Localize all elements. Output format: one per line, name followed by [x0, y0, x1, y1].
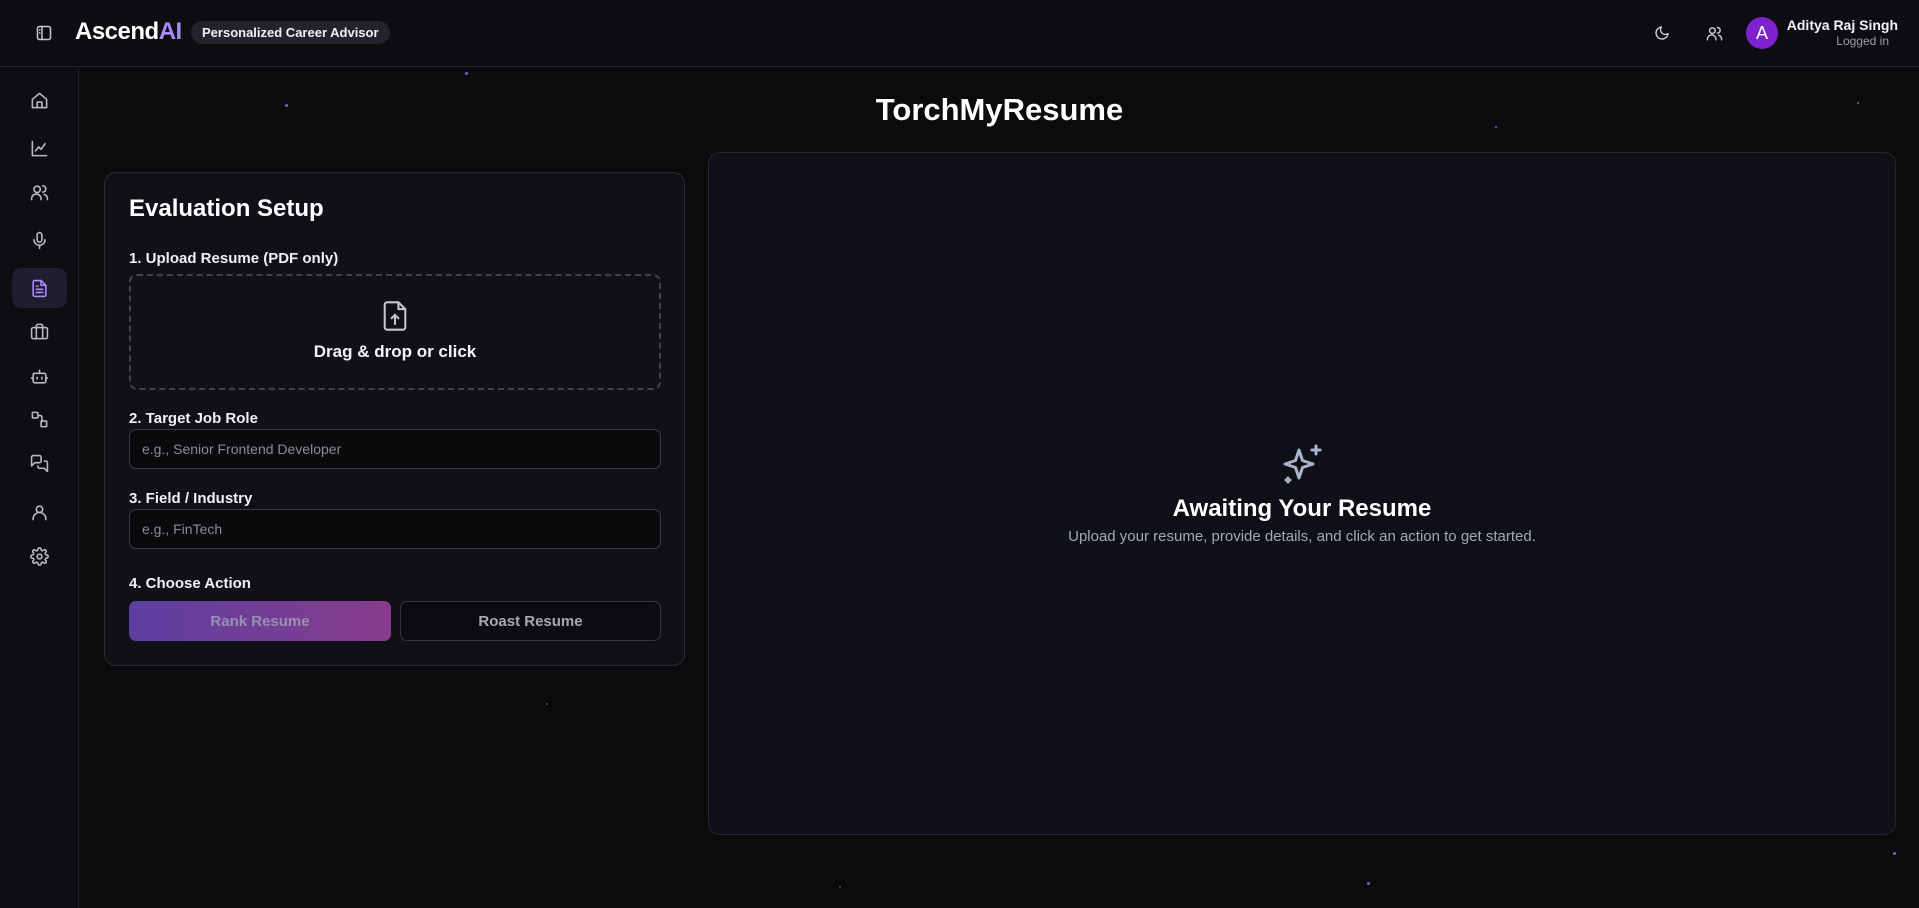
dropzone-text: Drag & drop or click	[313, 342, 477, 361]
result-panel: Awaiting Your Resume Upload your resume,…	[708, 152, 1896, 835]
file-upload-icon	[381, 300, 409, 332]
awaiting-title: Awaiting Your Resume	[1172, 495, 1432, 522]
users-icon	[30, 184, 49, 200]
rank-resume-button[interactable]: Rank Resume	[129, 601, 391, 641]
sidebar-item-resume[interactable]	[12, 268, 67, 308]
shapes-icon	[31, 411, 48, 427]
microphone-icon	[33, 231, 46, 249]
sidebar-item-community[interactable]	[12, 172, 67, 212]
sidebar-item-ai-bot[interactable]	[12, 356, 67, 396]
upload-label: 1. Upload Resume (PDF only)	[129, 250, 339, 267]
awaiting-text: Upload your resume, provide details, and…	[1068, 528, 1536, 545]
evaluation-setup-card: Evaluation Setup 1. Upload Resume (PDF o…	[104, 172, 685, 666]
background-star	[1367, 882, 1370, 885]
background-star	[546, 703, 548, 705]
user-status: Logged in	[1836, 34, 1889, 48]
sparkles-icon	[1279, 442, 1327, 490]
industry-input[interactable]	[129, 509, 661, 549]
briefcase-icon	[30, 323, 49, 339]
resume-dropzone[interactable]: Drag & drop or click	[129, 274, 661, 390]
sidebar-item-chat[interactable]	[12, 443, 67, 483]
job-role-label: 2. Target Job Role	[129, 410, 258, 427]
sidebar-toggle-icon[interactable]	[33, 22, 55, 44]
roast-resume-button[interactable]: Roast Resume	[400, 601, 661, 641]
tagline-badge: Personalized Career Advisor	[191, 21, 390, 44]
bot-icon	[30, 368, 49, 384]
user-name: Aditya Raj Singh	[1786, 17, 1898, 33]
sidebar-item-settings[interactable]	[12, 536, 67, 576]
action-label: 4. Choose Action	[129, 575, 251, 592]
sidebar-item-jobs[interactable]	[12, 311, 67, 351]
sidebar-item-interview[interactable]	[12, 220, 67, 260]
job-role-input[interactable]	[129, 429, 661, 469]
top-header: AscendAI Personalized Career Advisor A A…	[0, 0, 1919, 67]
sidebar	[0, 68, 79, 908]
background-star	[839, 886, 841, 888]
chart-line-icon	[31, 140, 48, 156]
file-text-icon	[32, 279, 47, 297]
background-star	[465, 72, 468, 75]
card-title: Evaluation Setup	[129, 195, 324, 222]
sidebar-item-profile[interactable]	[12, 492, 67, 532]
settings-icon	[30, 546, 49, 566]
background-star	[1893, 852, 1896, 855]
user-icon	[32, 504, 47, 520]
messages-icon	[30, 454, 49, 472]
sidebar-item-roadmap[interactable]	[12, 399, 67, 439]
app-logo[interactable]: AscendAI	[75, 18, 182, 46]
users-icon[interactable]	[1702, 21, 1726, 45]
moon-icon[interactable]	[1650, 21, 1674, 45]
industry-label: 3. Field / Industry	[129, 490, 253, 507]
sidebar-item-analytics[interactable]	[12, 128, 67, 168]
page-title: TorchMyResume	[875, 92, 1124, 127]
avatar[interactable]: A	[1746, 17, 1778, 49]
